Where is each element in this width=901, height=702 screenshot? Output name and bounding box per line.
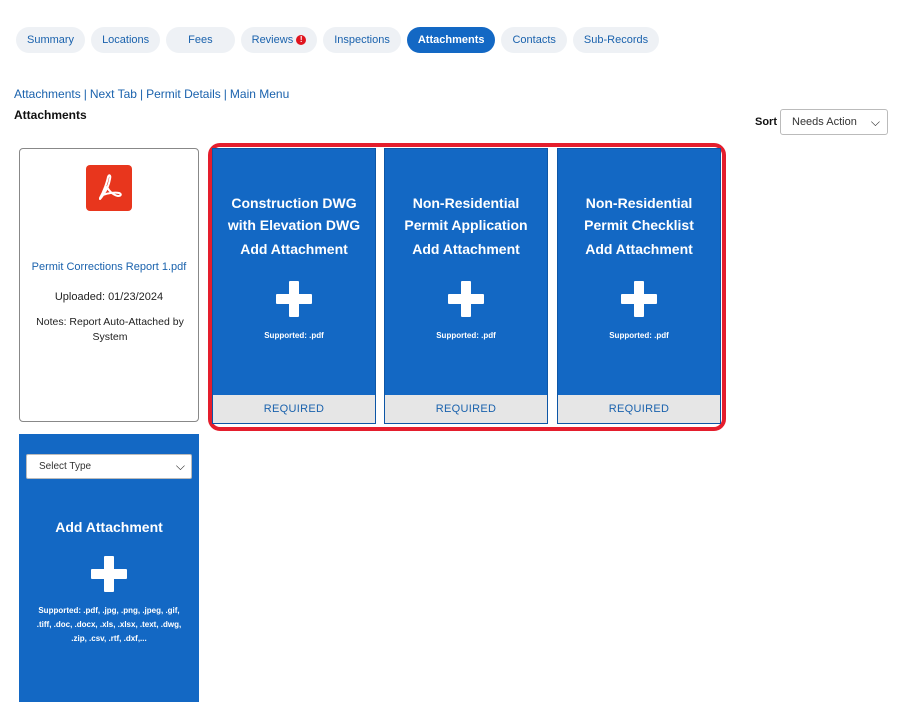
card-title-line: Permit Application <box>404 217 528 233</box>
tab-summary[interactable]: Summary <box>16 27 86 53</box>
add-attachment-label: Add Attachment <box>55 519 163 535</box>
uploaded-file-card: Permit Corrections Report 1.pdf Uploaded… <box>19 148 199 422</box>
add-attachment-label: Add Attachment <box>585 241 693 257</box>
plus-icon[interactable] <box>621 281 657 317</box>
plus-icon[interactable] <box>276 281 312 317</box>
tab-fees[interactable]: Fees <box>166 27 235 53</box>
required-attachment-card-construction-dwg[interactable]: Construction DWG with Elevation DWG Add … <box>212 148 376 424</box>
tab-inspections[interactable]: Inspections <box>323 27 401 53</box>
card-title: Construction DWG with Elevation DWG <box>213 192 375 236</box>
required-status: REQUIRED <box>213 395 375 423</box>
tab-sub-records[interactable]: Sub-Records <box>572 27 660 53</box>
card-title-line: Construction DWG <box>231 195 357 211</box>
supported-types: Supported: .pdf <box>609 331 669 340</box>
required-status: REQUIRED <box>558 395 720 423</box>
breadcrumb-separator: | <box>83 87 87 101</box>
tab-contacts[interactable]: Contacts <box>501 27 567 53</box>
plus-icon[interactable] <box>91 556 127 592</box>
card-title: Non-Residential Permit Checklist <box>558 192 720 236</box>
supported-types: Supported: .pdf, .jpg, .png, .jpeg, .gif… <box>36 606 182 643</box>
required-attachment-card-permit-application[interactable]: Non-Residential Permit Application Add A… <box>384 148 548 424</box>
tab-bar: Summary Locations Fees Reviews! Inspecti… <box>16 27 660 53</box>
tab-label: Inspections <box>334 34 390 46</box>
tab-reviews[interactable]: Reviews! <box>240 27 318 53</box>
tab-label: Attachments <box>417 34 485 46</box>
breadcrumb: Attachments | Next Tab | Permit Details … <box>14 87 289 101</box>
card-title-line: with Elevation DWG <box>227 217 361 233</box>
breadcrumb-link-attachments[interactable]: Attachments <box>14 87 81 101</box>
card-title: Non-Residential Permit Application <box>385 192 547 236</box>
card-title-line: Permit Checklist <box>584 217 694 233</box>
pdf-file-icon[interactable] <box>86 165 132 211</box>
add-attachment-card[interactable]: Select Type ⌵ Add Attachment Supported: … <box>19 434 199 702</box>
type-select-value: Select Type <box>39 461 92 472</box>
breadcrumb-link-next-tab[interactable]: Next Tab <box>90 87 137 101</box>
required-attachment-card-permit-checklist[interactable]: Non-Residential Permit Checklist Add Att… <box>557 148 721 424</box>
chevron-down-icon: ⌵ <box>175 459 185 473</box>
card-title-line: Non-Residential <box>585 195 693 211</box>
tab-attachments[interactable]: Attachments <box>406 27 496 53</box>
sort-label: Sort <box>755 116 777 128</box>
tab-label: Fees <box>188 34 213 46</box>
supported-types: Supported: .pdf <box>436 331 496 340</box>
card-title-line: Non-Residential <box>412 195 520 211</box>
chevron-down-icon: ⌵ <box>870 115 880 129</box>
tab-label: Sub-Records <box>583 34 649 46</box>
tab-label: Reviews <box>251 34 294 46</box>
file-notes: Notes: Report Auto-Attached by System <box>36 316 184 343</box>
add-attachment-label: Add Attachment <box>412 241 520 257</box>
uploaded-date: Uploaded: 01/23/2024 <box>54 291 164 303</box>
tab-label: Summary <box>27 34 75 46</box>
breadcrumb-link-permit-details[interactable]: Permit Details <box>146 87 221 101</box>
plus-icon[interactable] <box>448 281 484 317</box>
type-select[interactable]: Select Type ⌵ <box>26 454 192 479</box>
sort-select[interactable]: Needs Action ⌵ <box>780 109 888 135</box>
tab-locations[interactable]: Locations <box>91 27 161 53</box>
tab-label: Contacts <box>512 34 556 46</box>
breadcrumb-separator: | <box>223 87 227 101</box>
section-title: Attachments <box>14 108 87 122</box>
alert-badge-icon: ! <box>296 35 307 45</box>
supported-types: Supported: .pdf <box>264 331 324 340</box>
add-attachment-label: Add Attachment <box>240 241 348 257</box>
breadcrumb-link-main-menu[interactable]: Main Menu <box>230 87 289 101</box>
breadcrumb-separator: | <box>139 87 144 101</box>
tab-label: Locations <box>102 34 150 46</box>
file-name-link[interactable]: Permit Corrections Report 1.pdf <box>20 261 198 273</box>
sort-select-value: Needs Action <box>792 116 857 128</box>
required-status: REQUIRED <box>385 395 547 423</box>
